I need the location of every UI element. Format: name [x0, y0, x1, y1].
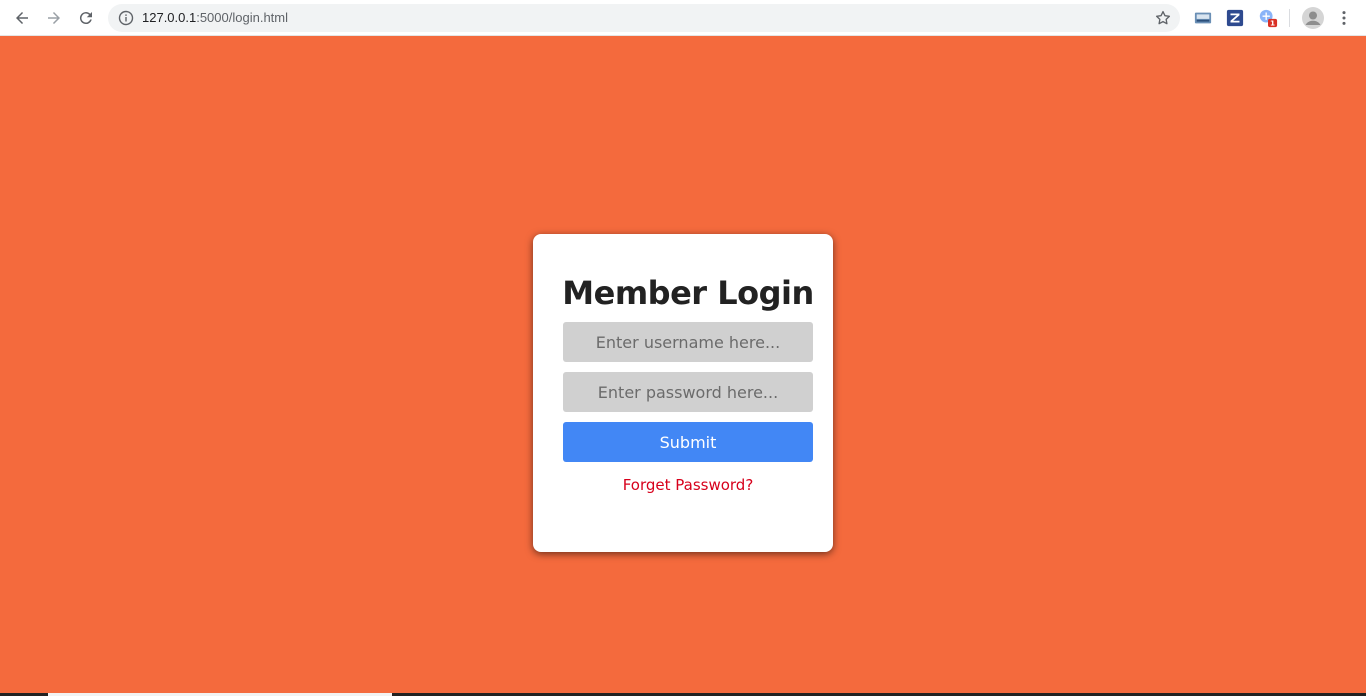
submit-button[interactable]: Submit	[563, 422, 813, 462]
star-icon[interactable]	[1154, 9, 1172, 27]
reload-icon[interactable]	[74, 6, 98, 30]
page-title: Member Login	[562, 274, 814, 312]
forgot-password-link[interactable]: Forget Password?	[563, 476, 813, 494]
password-input[interactable]	[563, 372, 813, 412]
toolbar-divider	[1289, 9, 1290, 27]
profile-icon[interactable]	[1301, 6, 1325, 30]
extension-image-icon[interactable]	[1193, 8, 1213, 28]
username-input[interactable]	[563, 322, 813, 362]
login-card: Member Login Submit Forget Password?	[533, 234, 833, 552]
url-path: :5000/login.html	[196, 10, 288, 25]
url-text[interactable]: 127.0.0.1:5000/login.html	[142, 10, 288, 25]
info-icon[interactable]	[118, 10, 134, 26]
address-bar[interactable]: 127.0.0.1:5000/login.html	[108, 4, 1180, 32]
zotero-icon[interactable]	[1225, 8, 1245, 28]
browser-toolbar: 127.0.0.1:5000/login.html 1	[0, 0, 1366, 36]
forward-icon[interactable]	[42, 6, 66, 30]
back-icon[interactable]	[10, 6, 34, 30]
translate-icon[interactable]: 1	[1258, 8, 1278, 28]
menu-icon[interactable]	[1334, 8, 1354, 28]
extension-badge: 1	[1270, 19, 1275, 28]
url-host: 127.0.0.1	[142, 10, 197, 25]
